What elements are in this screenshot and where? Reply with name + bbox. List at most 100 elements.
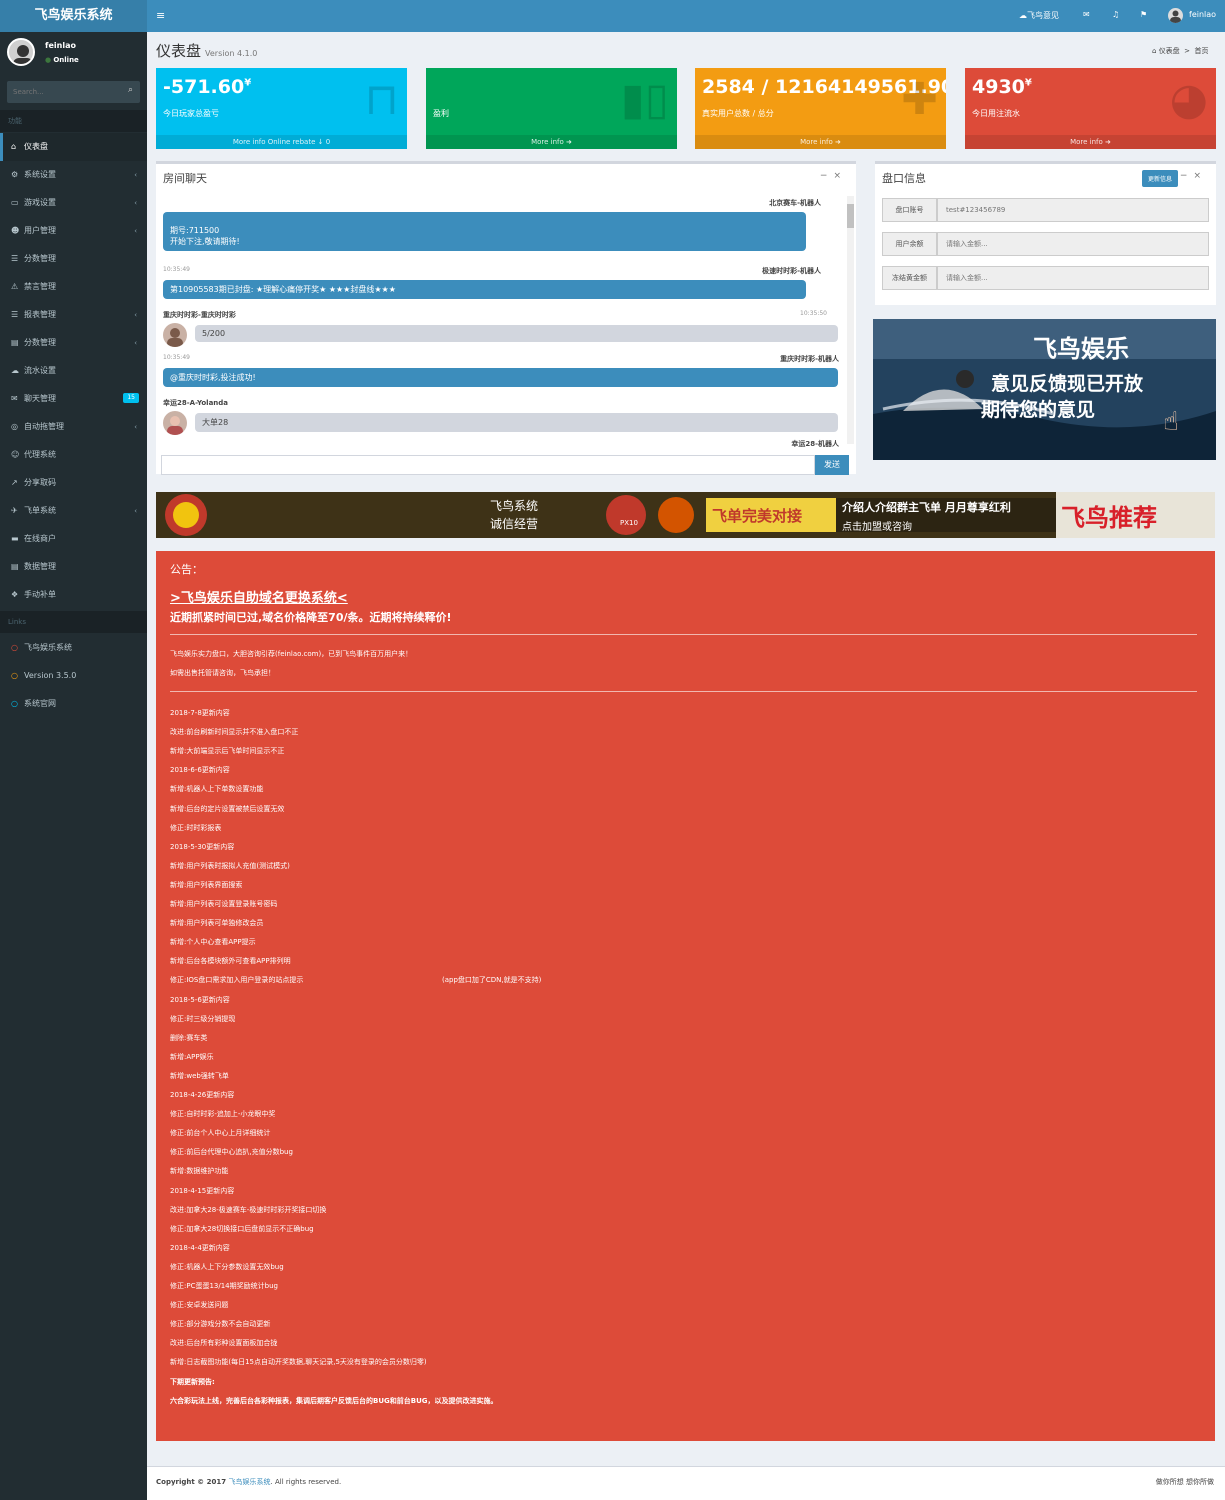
share-icon: ↗ [11, 478, 18, 487]
pan-frozen-field[interactable]: 请输入金额... [937, 266, 1209, 290]
notice-intro: 如需出售托管请咨询，飞鸟承担！ [170, 669, 275, 677]
circle-outline-icon: ○ [11, 671, 18, 680]
collapse-icon[interactable]: − [1180, 171, 1194, 181]
box-tools: −× [820, 171, 847, 181]
header-avatar[interactable] [1168, 8, 1183, 23]
notice-cdn-note: (app盘口加了CDN,就是不支持) [442, 976, 542, 984]
sidebar-item-chat[interactable]: ✉ 聊天管理 15 [0, 385, 147, 413]
sidebar-item-merchants[interactable]: ▬ 在线商户 [0, 525, 147, 553]
sidebar-item-score-2[interactable]: ▤ 分数管理 ‹ [0, 329, 147, 357]
breadcrumb-item-dashboard[interactable]: 仪表盘 [1159, 47, 1180, 55]
sidebar-item-dashboard[interactable]: ⌂ 仪表盘 [0, 133, 147, 161]
sidebar-item-agent[interactable]: ☺ 代理系统 [0, 441, 147, 469]
chat-sender: 极速时时彩-机器人 [762, 267, 821, 275]
sidebar-item-mute[interactable]: ⚠ 禁言管理 [0, 273, 147, 301]
stat-more-info-link[interactable]: More info ➜ [965, 135, 1216, 149]
changelog-line: 新增:大前端显示后飞单时间显示不正 [170, 747, 285, 756]
pan-balance-row: 用户余额 请输入金额... [882, 232, 1209, 256]
close-icon[interactable]: × [1193, 171, 1207, 181]
changelog-line: 新增:用户列表可设置登录账号密码 [170, 900, 278, 908]
chat-bubble: 期号:711500 开始下注,敬请期待! [163, 212, 806, 251]
pan-info-panel: 盘口信息 更新信息 −× 盘口账号 test#123456789 用户余额 请输… [875, 161, 1216, 305]
sidebar-item-flow[interactable]: ☁ 流水设置 [0, 357, 147, 385]
stat-label: 盈利 [433, 109, 449, 118]
changelog-line: 新增:个人中心查看APP提示 [170, 938, 256, 947]
scrollbar-thumb[interactable] [847, 204, 854, 228]
changelog-line: 六合彩玩法上线，完善后台各彩种报表，集调后期客户反馈后台的BUG和前台BUG，以… [170, 1396, 498, 1405]
sidebar-item-auto[interactable]: ◎ 自动拖管理 ‹ [0, 413, 147, 441]
bar-chart-icon: ▮▯ [620, 74, 669, 125]
sidebar-item-manual[interactable]: ❖ 手动补单 [0, 581, 147, 609]
close-icon[interactable]: × [833, 171, 847, 181]
stat-more-info-link[interactable]: More info ➜ [695, 135, 946, 149]
chat-bubble: @重庆时时彩,投注成功! [163, 368, 838, 387]
sidebar-item-reports[interactable]: ☰ 报表管理 ‹ [0, 301, 147, 329]
circle-outline-icon: ○ [11, 699, 18, 708]
stat-more-info-link[interactable]: More info ➜ [426, 135, 677, 149]
banner-text-2: 诚信经营 [490, 517, 539, 531]
sidebar-item-data[interactable]: ▤ 数据管理 [0, 553, 147, 581]
changelog-line: 新增:web强转飞单 [170, 1071, 229, 1080]
cart-icon: ▬ [11, 534, 19, 543]
user-plus-icon: ☺ [11, 450, 20, 459]
sidebar-item-share[interactable]: ↗ 分享取码 [0, 469, 147, 497]
banner-text-5: 点击加盟或咨询 [842, 522, 912, 533]
chat-sender: 重庆时时彩-机器人 [780, 355, 839, 363]
gamepad-icon: ▭ [11, 198, 19, 207]
sidebar-toggle-icon[interactable]: ≡ [156, 9, 165, 22]
sidebar-link-version[interactable]: ○ Version 3.5.0 [0, 662, 147, 690]
comments-icon: ✉ [11, 394, 18, 403]
sidebar-search-input[interactable] [13, 85, 118, 99]
pan-account-field[interactable]: test#123456789 [937, 198, 1209, 222]
footer-link[interactable]: 飞鸟娱乐系统 [229, 1478, 271, 1486]
changelog-line: 2018-6-6更新内容 [170, 766, 230, 775]
breadcrumb-item-home[interactable]: 首页 [1194, 47, 1208, 55]
feedback-link[interactable]: ☁飞鸟意见 [1019, 10, 1059, 21]
notice-label: 公告： [170, 563, 203, 576]
circle-outline-icon: ○ [11, 643, 18, 652]
changelog-line: 下期更新预告: [170, 1377, 215, 1386]
bell-icon[interactable]: ♫ [1112, 10, 1119, 19]
sidebar-header-links: Links [0, 611, 147, 633]
sidebar-item-score[interactable]: ☰ 分数管理 [0, 245, 147, 273]
online-dot-icon: ● [45, 56, 52, 64]
sidebar-link-system[interactable]: ○ 飞鸟娱乐系统 [0, 634, 147, 662]
recommend-banner[interactable]: 飞鸟系统 诚信经营 PX10 飞单完美对接 介绍人介绍群主飞单 月月尊享红利 点… [156, 492, 1215, 538]
promo-line-1: 意见反馈现已开放 [991, 373, 1144, 395]
sidebar-item-game-settings[interactable]: ▭ 游戏设置 ‹ [0, 189, 147, 217]
mail-icon[interactable]: ✉ [1083, 10, 1090, 19]
header-username[interactable]: feinlao [1189, 10, 1216, 19]
divider [170, 691, 1197, 692]
collapse-icon[interactable]: − [820, 171, 834, 181]
update-info-button[interactable]: 更新信息 [1141, 170, 1178, 187]
list-icon: ☰ [11, 254, 19, 263]
sidebar-item-fly-order[interactable]: ✈ 飞单系统 ‹ [0, 497, 147, 525]
chat-avatar [163, 323, 187, 347]
search-icon[interactable]: ⌕ [128, 85, 133, 95]
chevron-left-icon: ‹ [134, 199, 137, 207]
flag-icon[interactable]: ⚑ [1140, 10, 1147, 19]
sidebar-link-website[interactable]: ○ 系统官网 [0, 690, 147, 718]
cubes-icon: ❖ [11, 590, 19, 599]
pan-frozen-row: 冻结黄金额 请输入金额... [882, 266, 1209, 290]
chevron-left-icon: ‹ [134, 339, 137, 347]
app-logo[interactable]: 飞鸟娱乐系统 [0, 0, 147, 32]
chat-scrollbar[interactable] [847, 196, 854, 444]
sidebar-item-system-settings[interactable]: ⚙ 系统设置 ‹ [0, 161, 147, 189]
page-title: 仪表盘 Version 4.1.0 [156, 42, 258, 60]
chat-bubble: 5/200 [195, 325, 838, 342]
pan-balance-field[interactable]: 请输入金额... [937, 232, 1209, 256]
changelog-line: 修正:机器人上下分参数设置无效bug [170, 1262, 284, 1271]
changelog-line: 修正:前台个人中心上月详细统计 [170, 1129, 271, 1138]
user-name: feinlao [45, 41, 76, 50]
pointing-hand-icon: ☝ [1163, 407, 1179, 437]
feedback-promo-banner[interactable]: 飞鸟娱乐 意见反馈现已开放 期待您的意见 ☝ [873, 319, 1216, 460]
sidebar-item-users[interactable]: ☻ 用户管理 ‹ [0, 217, 147, 245]
changelog-line: 修正:IOS盘口需求加入用户登录的站点提示 [170, 976, 304, 985]
send-button[interactable]: 发送 [815, 455, 849, 475]
notice-headline-link[interactable]: >飞鸟娱乐自助域名更换系统< [170, 587, 348, 606]
changelog-line: 修正:加拿大28切换接口后盘前显示不正确bug [170, 1224, 314, 1233]
stat-more-info-link[interactable]: More info Online rebate ↓ 0 [156, 135, 407, 149]
chat-input[interactable] [161, 455, 815, 475]
circle-icon: ◎ [11, 422, 18, 431]
